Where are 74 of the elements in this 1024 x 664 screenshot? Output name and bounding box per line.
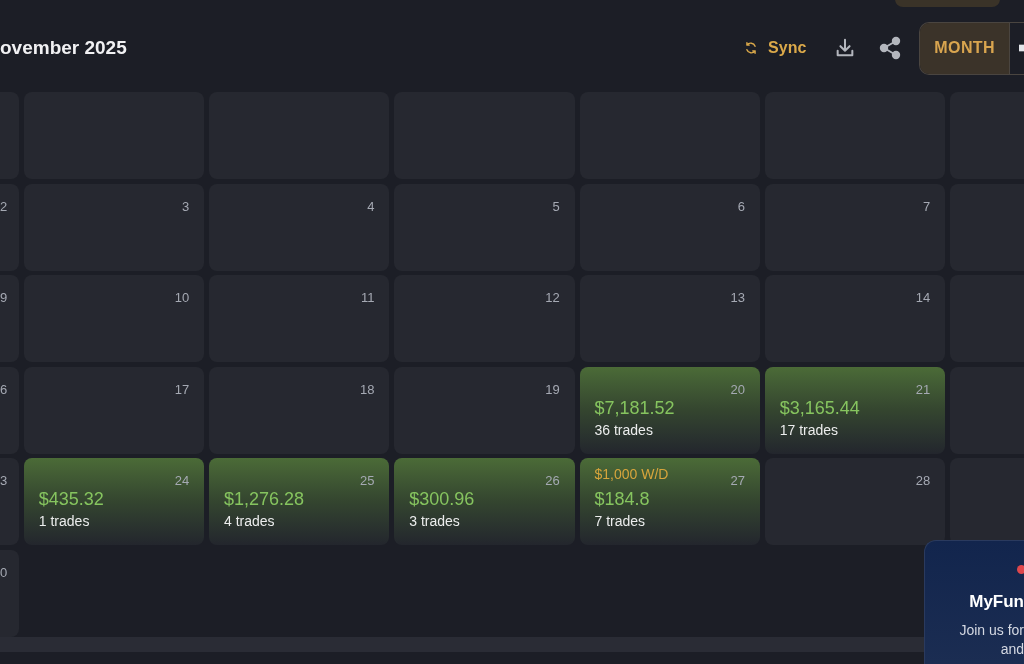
day-cell[interactable]: 4 [209,183,390,271]
day-number: 0 [0,564,8,581]
day-cell[interactable]: 21 $3,165.44 17 trades [764,366,946,454]
day-number: 27 [730,473,745,489]
day-cell[interactable]: 24 $435.32 1 trades [23,458,205,545]
pnl-amount: $435.32 [38,489,104,509]
pnl-amount: $7,181.52 [594,397,675,418]
trade-count: 36 trades [594,420,653,439]
day-cell[interactable]: 26 $300.96 3 trades [394,458,575,545]
day-number: 13 [730,290,745,306]
view-tab[interactable]: MONTH [920,22,1009,74]
day-number: 6 [0,381,8,398]
day-number: 26 [545,473,560,489]
sync-icon [744,41,759,55]
promo-text: Join us for [959,621,1024,639]
day-number: 2 [0,198,8,215]
day-cell[interactable]: 10 [23,275,205,362]
day-number: 3 [0,473,8,489]
pnl-amount: $1,276.28 [224,489,305,509]
pnl-amount: $184.8 [594,489,650,509]
square-icon [1019,44,1024,52]
day-number: 5 [552,198,560,215]
day-cell[interactable]: 25 $1,276.28 4 trades [209,458,390,545]
day-number: 25 [360,473,375,489]
day-cell[interactable]: 18 [209,366,390,454]
day-cell[interactable]: $1,000 W/D 27 $184.8 7 trades [579,458,760,545]
day-number: 11 [360,290,375,306]
day-cell[interactable]: 7 [764,183,946,271]
view-tab[interactable] [1009,22,1024,74]
pnl-amount: $3,165.44 [779,397,860,418]
trade-count: 4 trades [224,512,275,530]
day-number: 12 [545,290,560,306]
day-number: 9 [0,290,8,306]
day-number: 28 [915,473,931,489]
withdrawal-label: $1,000 W/D [594,466,669,482]
day-cell[interactable]: 0 [0,549,19,637]
day-number: 4 [367,198,375,215]
day-cell[interactable]: 20 $7,181.52 36 trades [579,366,760,454]
trade-count: 17 trades [779,420,839,439]
trade-count: 1 trades [38,512,90,530]
day-cell[interactable]: 28 [764,458,946,545]
day-cell[interactable]: 17 [23,366,205,454]
day-cell[interactable]: 11 [209,275,390,362]
day-number: 3 [182,198,190,215]
day-cell[interactable]: 14 [764,275,946,362]
day-number: 21 [915,381,931,398]
day-number: 10 [174,290,190,306]
day-number: 6 [737,198,745,215]
day-number: 24 [174,473,190,489]
promo-title: MyFun [969,592,1024,612]
month-title: ovember 2025 [0,36,127,60]
day-cell[interactable]: 12 [394,275,575,362]
day-cell[interactable]: 6 [579,183,760,271]
day-cell[interactable]: 9 [0,275,19,362]
promo-text: and [1000,640,1024,658]
day-cell[interactable]: 6 [0,366,19,454]
share-button[interactable] [878,36,903,60]
day-number: 7 [922,198,931,215]
day-cell[interactable]: 2 [0,183,19,271]
day-cell[interactable]: 5 [394,183,575,271]
day-number: 17 [174,381,190,398]
pnl-amount: $300.96 [409,489,475,509]
share-icon [878,36,903,60]
sync-button[interactable]: Sync [744,36,807,60]
day-number: 18 [360,381,375,398]
day-cell[interactable]: 3 [0,458,19,545]
trade-count: 3 trades [409,512,460,530]
day-number: 14 [915,290,931,306]
day-cell[interactable]: 19 [394,366,575,454]
day-number: 20 [730,381,745,398]
day-cell[interactable]: 3 [23,183,205,271]
day-number: 19 [545,381,560,398]
day-cell[interactable]: 13 [579,275,760,362]
trade-count: 7 trades [594,512,646,530]
